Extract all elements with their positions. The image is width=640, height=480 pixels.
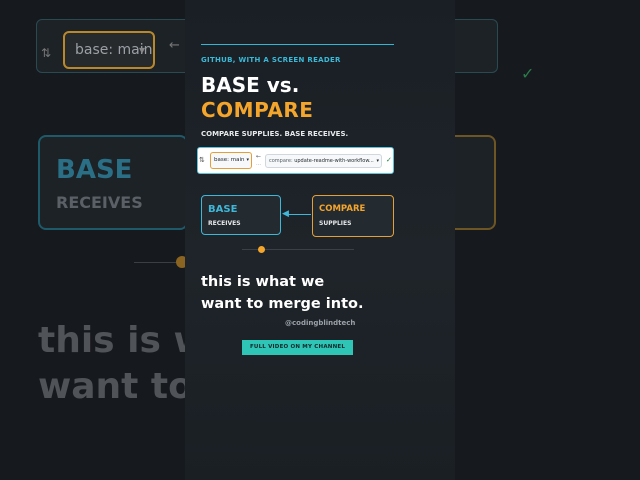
base-branch-label: base: main bbox=[214, 157, 245, 163]
compare-card-subtitle: SUPPLIES bbox=[319, 220, 352, 227]
compare-card: COMPARE SUPPLIES bbox=[312, 195, 394, 237]
bg-base-branch: base: main bbox=[63, 31, 155, 69]
bg-base-card-subtitle: RECEIVES bbox=[56, 193, 143, 212]
compare-branch-dropdown[interactable]: compare: update-readme-with-workflow... … bbox=[265, 154, 382, 168]
bg-left-arrow-icon: ← bbox=[169, 38, 180, 53]
caption: this is what we want to merge into. bbox=[201, 271, 363, 315]
channel-handle: @codingblindtech bbox=[285, 319, 356, 327]
title-line1: BASE vs. bbox=[201, 73, 300, 97]
caret-down-icon: ▾ bbox=[246, 157, 249, 163]
dots-icon: … bbox=[256, 161, 261, 167]
base-branch-dropdown[interactable]: base: main ▾ bbox=[210, 152, 252, 169]
eyebrow-label: GITHUB, WITH A SCREEN READER bbox=[201, 56, 341, 64]
check-icon: ✓ bbox=[386, 156, 392, 164]
base-card-subtitle: RECEIVES bbox=[208, 220, 241, 227]
caption-line1: this is what we bbox=[201, 274, 325, 290]
bg-check-icon: ✓ bbox=[521, 64, 535, 83]
title-line2: COMPARE bbox=[201, 98, 314, 122]
repo-icon: ⇅ bbox=[199, 156, 205, 164]
bg-divider bbox=[134, 262, 180, 263]
top-rule bbox=[201, 44, 394, 45]
compare-label: compare: bbox=[269, 158, 293, 164]
left-arrowhead-icon: ◀ bbox=[282, 209, 289, 219]
slide-subtitle: COMPARE SUPPLIES. BASE RECEIVES. bbox=[201, 130, 349, 138]
base-card: BASE RECEIVES bbox=[201, 195, 281, 235]
compare-branch-label: update-readme-with-workflow... bbox=[294, 158, 374, 164]
slide-panel: GITHUB, WITH A SCREEN READER BASE vs. CO… bbox=[185, 0, 455, 480]
caret-down-icon: ▾ bbox=[376, 158, 379, 164]
bg-repo-icon: ⇅ bbox=[41, 46, 52, 60]
flow-arrow-line bbox=[287, 214, 311, 215]
caption-line2: want to merge into. bbox=[201, 296, 364, 312]
progress-dot bbox=[258, 246, 265, 253]
bg-base-card: BASE RECEIVES bbox=[38, 135, 188, 230]
left-arrow-icon: ← bbox=[256, 153, 262, 160]
github-compare-bar: ⇅ base: main ▾ ← … compare: update-readm… bbox=[197, 147, 394, 174]
full-video-button[interactable]: FULL VIDEO ON MY CHANNEL bbox=[242, 340, 353, 355]
compare-card-title: COMPARE bbox=[319, 204, 366, 214]
bg-base-card-title: BASE bbox=[56, 155, 133, 185]
base-card-title: BASE bbox=[208, 204, 238, 215]
